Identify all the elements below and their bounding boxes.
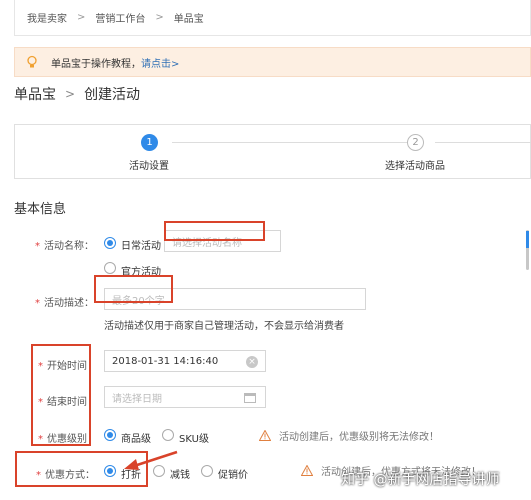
option-daily-activity[interactable]: 日常活动	[121, 237, 161, 252]
page-title-current: 创建活动	[84, 87, 141, 103]
breadcrumb-separator: >	[155, 12, 164, 23]
option-sku-level[interactable]: SKU级	[179, 430, 209, 445]
breadcrumb-separator: >	[77, 12, 86, 23]
start-time-value: 2018-01-31 14:16:40	[112, 355, 219, 367]
page-title: 单品宝 > 创建活动	[14, 84, 140, 104]
tutorial-tip-bar: 单品宝于操作教程， 请点击>	[14, 47, 531, 77]
option-item-level[interactable]: 商品级	[121, 430, 151, 445]
radio-official-activity[interactable]	[104, 262, 116, 274]
radio-promo-price[interactable]	[201, 465, 213, 477]
activity-name-label: * 活动名称：	[35, 237, 94, 252]
radio-sku-level[interactable]	[162, 429, 174, 441]
discount-level-warning-text: 活动创建后，优惠级别将无法修改！	[279, 432, 439, 443]
calendar-icon[interactable]	[244, 393, 256, 403]
step-2-label: 选择活动商品	[385, 161, 445, 172]
breadcrumb-item-seller[interactable]: 我是卖家	[27, 10, 67, 25]
breadcrumb-item-marketing[interactable]: 营销工作台	[95, 10, 145, 25]
highlight-box-activity-name	[164, 221, 265, 241]
step-1-label: 活动设置	[129, 161, 169, 172]
start-time-input[interactable]: 2018-01-31 14:16:40 ×	[104, 350, 266, 372]
radio-item-level[interactable]	[104, 429, 116, 441]
step-1-circle: 1	[141, 134, 158, 151]
clear-icon[interactable]: ×	[246, 356, 258, 368]
step-connector	[435, 142, 531, 143]
arrow-icon	[124, 450, 178, 470]
step-2-circle: 2	[407, 134, 424, 151]
discount-level-warning: 活动创建后，优惠级别将无法修改！	[259, 428, 439, 443]
end-time-input[interactable]: 请选择日期	[104, 386, 266, 408]
breadcrumb: 我是卖家 > 营销工作台 > 单品宝	[14, 0, 531, 36]
page-title-separator: >	[65, 87, 76, 101]
warning-icon	[259, 430, 271, 441]
tip-text: 单品宝于操作教程，	[51, 58, 141, 70]
step-connector	[172, 142, 412, 143]
section-title-basic-info: 基本信息	[14, 202, 67, 217]
scrollbar-thumb[interactable]	[526, 231, 529, 248]
page-title-parent[interactable]: 单品宝	[14, 84, 56, 104]
activity-desc-hint: 活动描述仅用于商家自己管理活动，不会显示给消费者	[104, 321, 344, 332]
highlight-box-time-level	[31, 344, 91, 446]
step-progress: 1 活动设置 2 选择活动商品	[14, 124, 531, 179]
radio-daily-activity[interactable]	[104, 237, 116, 249]
required-mark: *	[35, 298, 40, 309]
tip-link[interactable]: 请点击>	[141, 55, 179, 70]
option-promo-price[interactable]: 促销价	[218, 466, 248, 481]
warning-icon	[301, 465, 313, 476]
breadcrumb-item-danpinbao: 单品宝	[173, 14, 204, 25]
activity-name-label-text: 活动名称：	[44, 241, 94, 252]
bulb-icon	[27, 55, 37, 68]
watermark: 知乎 @新手网店指导讲师	[341, 472, 500, 488]
end-time-placeholder: 请选择日期	[112, 393, 162, 405]
required-mark: *	[35, 241, 40, 252]
activity-desc-label: * 活动描述：	[35, 294, 94, 309]
highlight-box-activity-desc	[94, 275, 173, 303]
activity-desc-label-text: 活动描述：	[44, 298, 94, 309]
